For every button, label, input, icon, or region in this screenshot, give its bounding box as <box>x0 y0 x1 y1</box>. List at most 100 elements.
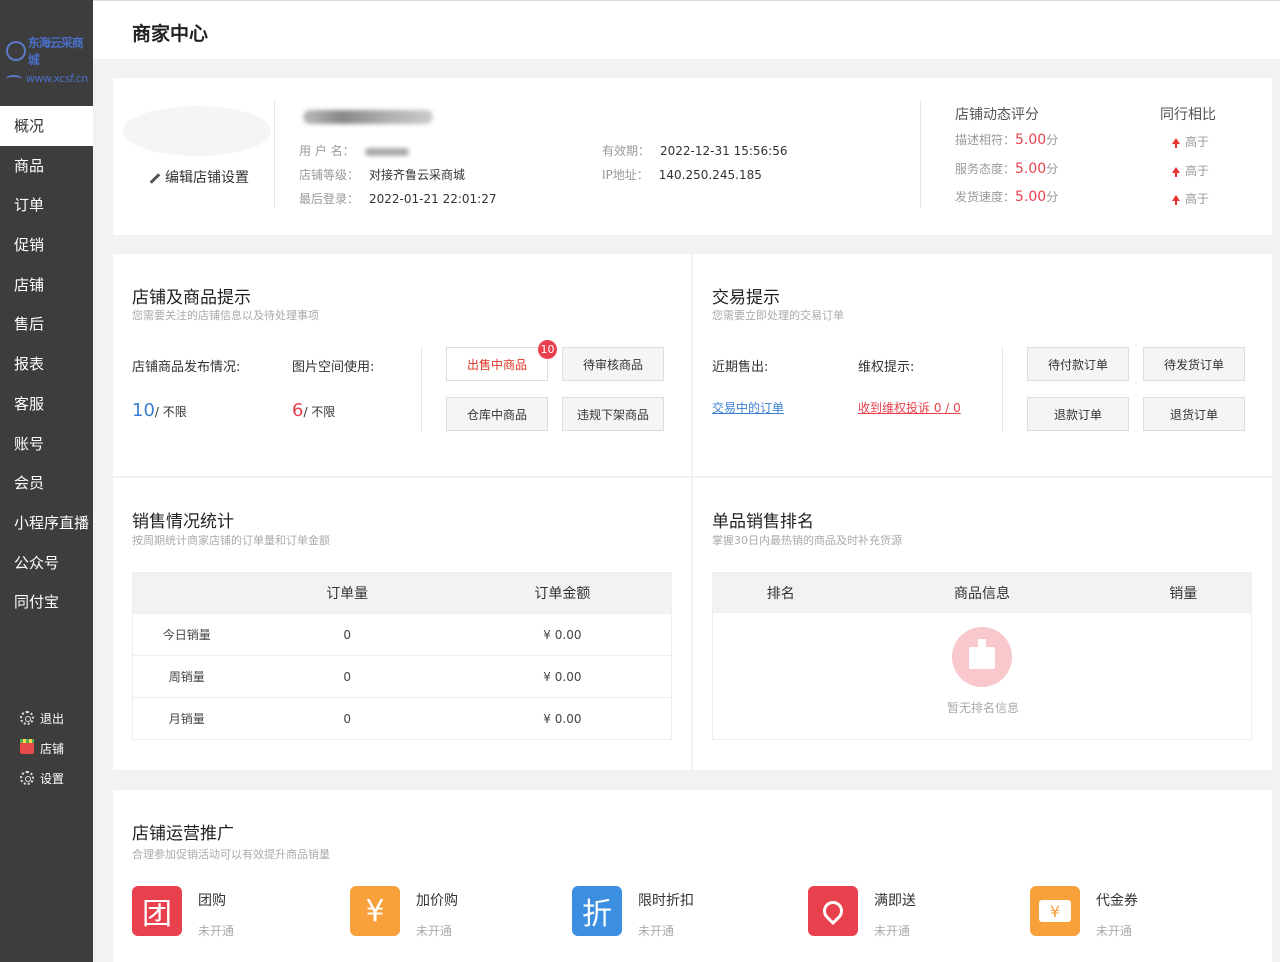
column-header: 订单量 <box>326 586 369 602</box>
settings-link[interactable]: 设置 <box>20 763 64 793</box>
return-orders-button[interactable]: 退货订单 <box>1143 397 1245 431</box>
pending-review-button[interactable]: 待审核商品 <box>562 347 664 381</box>
complaints-link[interactable]: 收到维权投诉 0 / 0 <box>858 399 961 416</box>
store-tips-subtitle: 您需要关注的店铺信息以及待处理事项 <box>132 309 319 322</box>
store-icon <box>20 739 34 754</box>
row-label: 周销量 <box>168 670 205 684</box>
gift-icon <box>808 886 858 936</box>
voucher-icon: ¥ <box>1030 886 1080 936</box>
violation-goods-button[interactable]: 违规下架商品 <box>562 397 664 431</box>
logo-url: www.xcsf.cn <box>26 72 88 85</box>
last-login-row: 最后登录： 2022-01-21 22:01:27 <box>299 190 496 207</box>
logo[interactable]: 东海云采商城 www.xcsf.cn <box>0 0 93 106</box>
on-sale-goods-button[interactable]: 出售中商品 10 <box>446 340 557 381</box>
publish-limit: / 不限 <box>154 405 187 419</box>
promo-name: 加价购 <box>416 893 458 909</box>
sidebar-item-overview[interactable]: 概况 <box>0 106 93 146</box>
store-info-panel: 编辑店铺设置 用 户 名： 店铺等级： 对接齐鲁云采商城 最后登录： 2022-01… <box>113 78 1272 235</box>
column-header: 排名 <box>766 586 795 602</box>
ip-label: IP地址： <box>602 168 649 182</box>
promo-status: 未开通 <box>416 924 453 938</box>
sidebar-item-service[interactable]: 客服 <box>0 384 93 424</box>
publish-label: 店铺商品发布情况: <box>132 360 241 375</box>
promo-name: 满即送 <box>874 893 916 909</box>
divider <box>421 346 422 432</box>
row-amount: ¥ 0.00 <box>543 711 582 726</box>
username-label: 用 户 名： <box>299 144 355 158</box>
compare-title: 同行相比 <box>1160 107 1216 123</box>
trade-tips-subtitle: 您需要立即处理的交易订单 <box>712 309 844 322</box>
empty-box-icon <box>952 627 1012 687</box>
column-header: 销量 <box>1169 586 1198 602</box>
ranking-table: 排名 商品信息 销量 暂无排名信息 <box>712 572 1252 740</box>
edit-store-settings-link[interactable]: 编辑店铺设置 <box>149 167 249 187</box>
promo-flash-discount[interactable]: 折 限时折扣未开通 <box>572 886 694 939</box>
promo-name: 代金券 <box>1096 893 1138 909</box>
promo-status: 未开通 <box>638 924 675 938</box>
on-sale-goods-label: 出售中商品 <box>466 357 527 372</box>
promo-add-price-buy[interactable]: ¥ 加价购未开通 <box>350 886 458 939</box>
gear-icon <box>20 711 34 725</box>
column-header: 订单金额 <box>534 586 591 602</box>
expiry-row: 有效期： 2022-12-31 15:56:56 <box>602 142 787 159</box>
settings-label: 设置 <box>40 771 65 786</box>
yuan-icon: ¥ <box>350 886 400 936</box>
image-limit: / 不限 <box>303 405 336 419</box>
table-row: 月销量 0 ¥ 0.00 <box>133 697 671 739</box>
promo-name: 限时折扣 <box>638 893 694 909</box>
store-tips-title: 店铺及商品提示 <box>132 288 251 308</box>
trade-tips-panel: 交易提示 您需要立即处理的交易订单 近期售出: 维权提示: 交易中的订单 收到维… <box>693 254 1272 476</box>
row-label: 今日销量 <box>162 628 211 642</box>
sidebar-item-pay[interactable]: 同付宝 <box>0 582 93 622</box>
sidebar-item-goods[interactable]: 商品 <box>0 146 93 186</box>
sidebar-item-members[interactable]: 会员 <box>0 463 93 503</box>
trading-orders-link[interactable]: 交易中的订单 <box>712 399 784 416</box>
unshipped-orders-button[interactable]: 待发货订单 <box>1143 347 1245 381</box>
logo-bottom: www.xcsf.cn <box>6 72 93 85</box>
row-label: 月销量 <box>168 712 205 726</box>
username-row: 用 户 名： <box>299 142 409 159</box>
sidebar-nav: 概况 商品 订单 促销 店铺 售后 报表 客服 账号 会员 小程序直播 公众号 … <box>0 106 93 622</box>
recent-sales-label: 近期售出: <box>712 360 769 375</box>
image-space-count: 6/ 不限 <box>292 400 335 421</box>
store-avatar <box>123 106 271 156</box>
row-orders: 0 <box>343 627 352 642</box>
ranking-subtitle: 掌握30日内最热销的商品及时补充货源 <box>712 534 902 547</box>
rating-label: 服务态度： <box>955 162 1016 176</box>
ranking-title: 单品销售排名 <box>712 512 814 532</box>
ip-row: IP地址： 140.250.245.185 <box>602 166 762 183</box>
sidebar-item-account[interactable]: 账号 <box>0 424 93 464</box>
sidebar-item-promotion[interactable]: 促销 <box>0 225 93 265</box>
discount-icon: 折 <box>572 886 622 936</box>
rating-label: 发货速度： <box>955 190 1016 204</box>
divider <box>1002 346 1003 432</box>
warehouse-goods-button[interactable]: 仓库中商品 <box>446 397 548 431</box>
sidebar-item-official-account[interactable]: 公众号 <box>0 543 93 583</box>
promo-status: 未开通 <box>874 924 911 938</box>
sales-stats-title: 销售情况统计 <box>132 512 234 532</box>
compare-value: 高于 <box>1185 192 1210 206</box>
sidebar-item-orders[interactable]: 订单 <box>0 185 93 225</box>
unpaid-orders-button[interactable]: 待付款订单 <box>1027 347 1129 381</box>
compare-value: 高于 <box>1185 164 1210 178</box>
refund-orders-button[interactable]: 退款订单 <box>1027 397 1129 431</box>
divider <box>274 100 275 208</box>
logout-link[interactable]: 退出 <box>20 703 64 733</box>
empty-state: 暂无排名信息 <box>713 613 1251 739</box>
store-link[interactable]: 店铺 <box>20 733 64 763</box>
rating-value: 5.00 <box>1015 132 1047 148</box>
store-level-row: 店铺等级： 对接齐鲁云采商城 <box>299 166 465 183</box>
trade-tips-title: 交易提示 <box>712 288 780 308</box>
sidebar-item-miniapp-live[interactable]: 小程序直播 <box>0 503 93 543</box>
rating-unit: 分 <box>1046 162 1059 176</box>
promo-group-buy[interactable]: 团 团购 未开通 <box>132 886 234 939</box>
sidebar-item-reports[interactable]: 报表 <box>0 344 93 384</box>
promo-full-gift[interactable]: 满即送 未开通 <box>808 886 916 939</box>
sidebar-item-aftersale[interactable]: 售后 <box>0 304 93 344</box>
promo-voucher[interactable]: ¥ 代金券 未开通 <box>1030 886 1138 939</box>
empty-text: 暂无排名信息 <box>946 701 1019 715</box>
group-buy-icon: 团 <box>132 886 182 936</box>
sidebar-item-store[interactable]: 店铺 <box>0 265 93 305</box>
sidebar-bottom: 退出 店铺 设置 <box>20 703 64 793</box>
divider <box>920 100 921 208</box>
